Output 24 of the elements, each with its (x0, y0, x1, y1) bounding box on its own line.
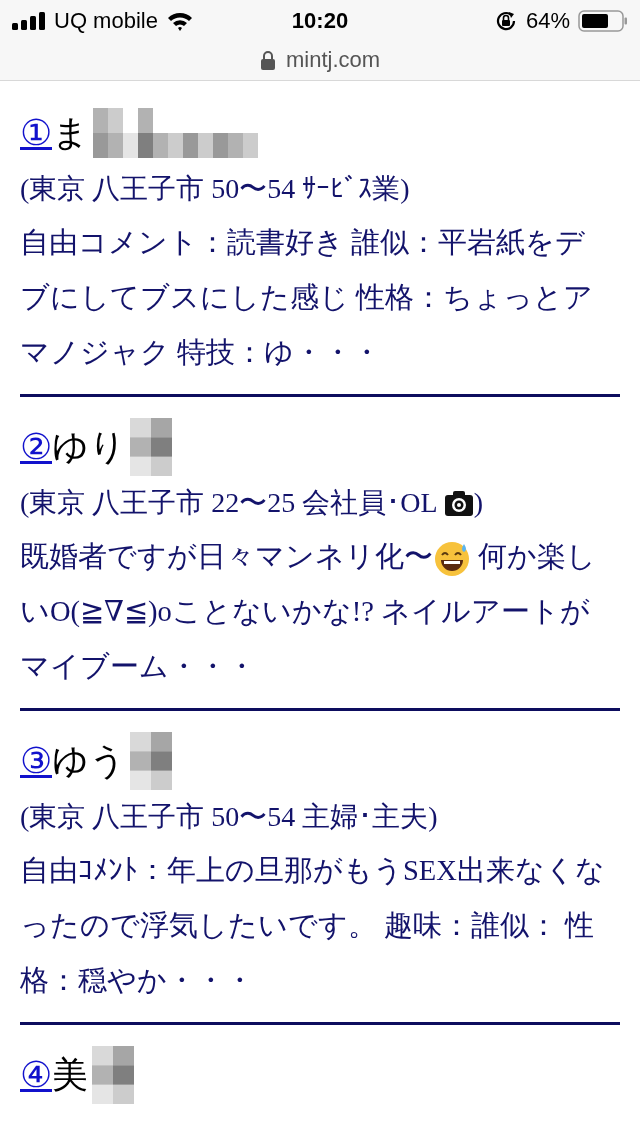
entry-number-link[interactable]: ③ (20, 740, 52, 782)
profile-summary: (東京 八王子市 50〜54 主婦･主夫) (20, 800, 438, 834)
battery-icon (578, 10, 628, 32)
member-name: ま (52, 111, 89, 155)
carrier-name: UQ mobile (54, 8, 158, 34)
profile-comment: 自由ｺﾒﾝﾄ：年上の旦那がもうSEX出来なくなったので浮気したいです。 趣味：誰似： 性格：穏やか・・・ (20, 854, 605, 998)
battery-percent: 64% (525, 8, 570, 34)
profile-summary: (東京 八王子市 22〜25 会社員･OL (20, 486, 438, 520)
camera-icon (443, 489, 474, 517)
profile-comment: 自由コメント：読書好き 誰似：平岩紙をデブにしてブスにした感じ 性格：ちょっとアマノジャク 特技：ゆ・・・ (20, 226, 595, 370)
signal-icon (12, 12, 46, 30)
member-name: ゆり (52, 425, 126, 469)
entry-number-link[interactable]: ② (20, 426, 52, 468)
url-text[interactable]: mintj.com (285, 47, 381, 73)
member-name: 美 (52, 1053, 88, 1097)
profile-summary: (東京 八王子市 50〜54 ｻｰﾋﾞｽ業) (20, 172, 410, 206)
profile-comment: 既婚者ですが日々マンネリ化〜 何か楽しいO(≧∇≦)oことないかな!? ネイルアートがマイブーム・・・ (20, 539, 598, 684)
clock-time: 10:20 (291, 8, 349, 34)
lock-icon (259, 50, 276, 70)
member-name: ゆう (52, 739, 126, 783)
entry-number-link[interactable]: ① (20, 112, 52, 154)
smiling-face-icon (433, 540, 471, 579)
entry-number-link[interactable]: ④ (20, 1054, 52, 1096)
closing-parenthesis: ) (473, 486, 483, 520)
